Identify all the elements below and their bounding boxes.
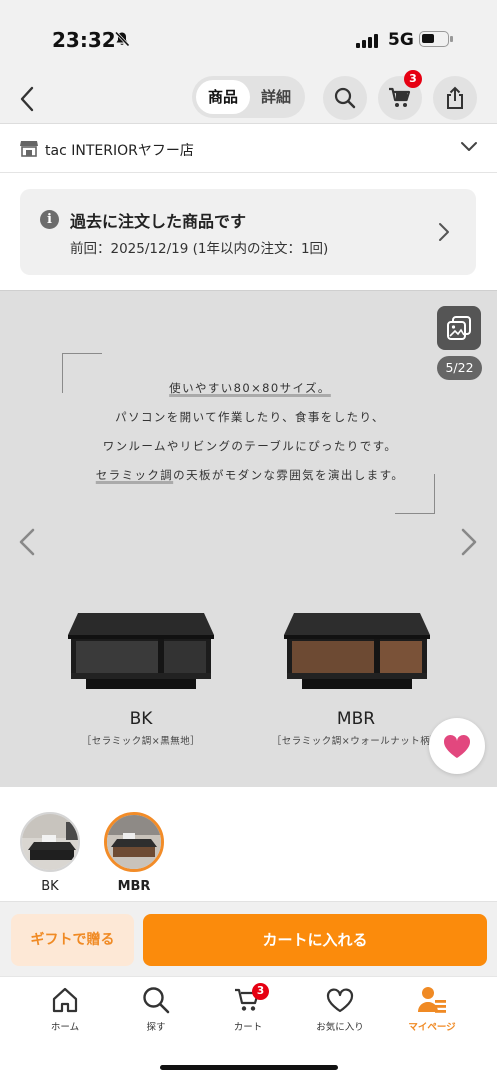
chevron-left-icon[interactable] <box>16 527 38 557</box>
share-icon <box>447 86 463 109</box>
signal-icon <box>356 34 378 48</box>
store-icon <box>20 141 38 157</box>
heart-outline-icon <box>326 988 354 1012</box>
tab-home[interactable]: ホーム <box>25 985 105 1035</box>
description-line: 使いやすい80×80サイズ。 <box>60 380 440 396</box>
back-button[interactable] <box>14 82 40 116</box>
heart-icon <box>443 734 471 758</box>
info-icon: i <box>40 210 59 229</box>
description-line: ワンルームやリビングのテーブルにぴったりです。 <box>102 439 398 453</box>
table-mbr-thumbnail <box>107 815 161 869</box>
past-order-title: 過去に注文した商品です <box>70 212 247 231</box>
network-type: 5G <box>388 30 414 50</box>
description-line: パソコンを開いて作業したり、食事をしたり、 <box>115 410 385 424</box>
search-icon <box>334 87 356 109</box>
search-button[interactable] <box>323 76 367 120</box>
bell-off-icon <box>114 31 130 47</box>
search-icon <box>143 987 170 1014</box>
tab-search[interactable]: 探す <box>116 985 196 1035</box>
store-name: tac INTERIORヤフー店 <box>45 143 194 159</box>
chevron-right-icon <box>439 223 449 241</box>
variant-note: ［セラミック調×黒無地］ <box>81 736 201 747</box>
variant-label: BK <box>41 879 59 894</box>
tab-cart[interactable]: 3 カート <box>208 983 288 1035</box>
tab-label: 探す <box>146 1022 166 1033</box>
home-indicator <box>160 1065 338 1070</box>
tab-switcher: 商品 詳細 <box>192 76 305 118</box>
variant-code: BK <box>129 709 153 729</box>
cart-count-badge: 3 <box>404 70 422 88</box>
purchase-action-bar: ギフトで贈る カートに入れる <box>0 901 497 976</box>
gallery-icon <box>447 316 471 340</box>
description-highlight: 使いやすい80×80サイズ。 <box>169 381 331 395</box>
image-counter: 5/22 <box>437 356 482 380</box>
cart-count-badge: 3 <box>252 983 269 1000</box>
variant-label-selected: MBR <box>117 879 151 894</box>
store-selector[interactable]: tac INTERIORヤフー店 <box>0 125 497 173</box>
share-button[interactable] <box>433 76 477 120</box>
home-icon <box>52 987 78 1013</box>
past-order-subtitle: 前回：2025/12/19 (1年以内の注文：1回) <box>70 241 329 257</box>
table-bk-thumbnail <box>22 814 78 870</box>
description-line: セラミック調の天板がモダンな雰囲気を演出します。 <box>60 467 440 483</box>
variant-thumb-bk[interactable] <box>20 812 80 872</box>
description-highlight: セラミック調 <box>95 468 174 482</box>
nav-header: 商品 詳細 3 <box>0 70 497 124</box>
add-to-cart-button[interactable]: カートに入れる <box>143 914 487 966</box>
table-bk-image <box>68 613 214 689</box>
description-text: の天板がモダンな雰囲気を演出します。 <box>173 468 405 482</box>
tab-favorites[interactable]: お気に入り <box>300 985 380 1035</box>
status-bar: 23:32 5G <box>0 0 497 74</box>
image-list-button[interactable] <box>437 306 481 350</box>
favorite-button[interactable] <box>429 718 485 774</box>
chevron-left-icon <box>20 86 34 112</box>
tab-label: ホーム <box>50 1022 80 1033</box>
user-icon <box>418 987 446 1013</box>
cart-icon <box>389 87 411 107</box>
bottom-tab-bar: ホーム 探す 3 カート お気に入り マイページ <box>0 976 497 1080</box>
tab-mypage[interactable]: マイページ <box>392 985 472 1035</box>
status-time: 23:32 <box>52 28 116 52</box>
chevron-right-icon[interactable] <box>458 527 480 557</box>
chevron-down-icon <box>461 142 477 151</box>
tab-label: お気に入り <box>316 1022 364 1033</box>
battery-icon <box>419 31 453 47</box>
variant-code: MBR <box>336 709 376 729</box>
variant-thumb-mbr[interactable] <box>104 812 164 872</box>
tab-product[interactable]: 商品 <box>196 80 250 114</box>
cart-button[interactable]: 3 <box>378 70 422 120</box>
gift-button[interactable]: ギフトで贈る <box>11 914 134 966</box>
table-mbr-image <box>284 613 430 689</box>
past-order-card[interactable]: i 過去に注文した商品です 前回：2025/12/19 (1年以内の注文：1回) <box>20 189 476 275</box>
product-image-gallery[interactable]: 5/22 使いやすい80×80サイズ。 パソコンを開いて作業したり、食事をしたり… <box>0 290 497 787</box>
tab-details[interactable]: 詳細 <box>252 80 300 114</box>
tab-label: カート <box>233 1022 263 1033</box>
tab-label: マイページ <box>408 1022 456 1033</box>
